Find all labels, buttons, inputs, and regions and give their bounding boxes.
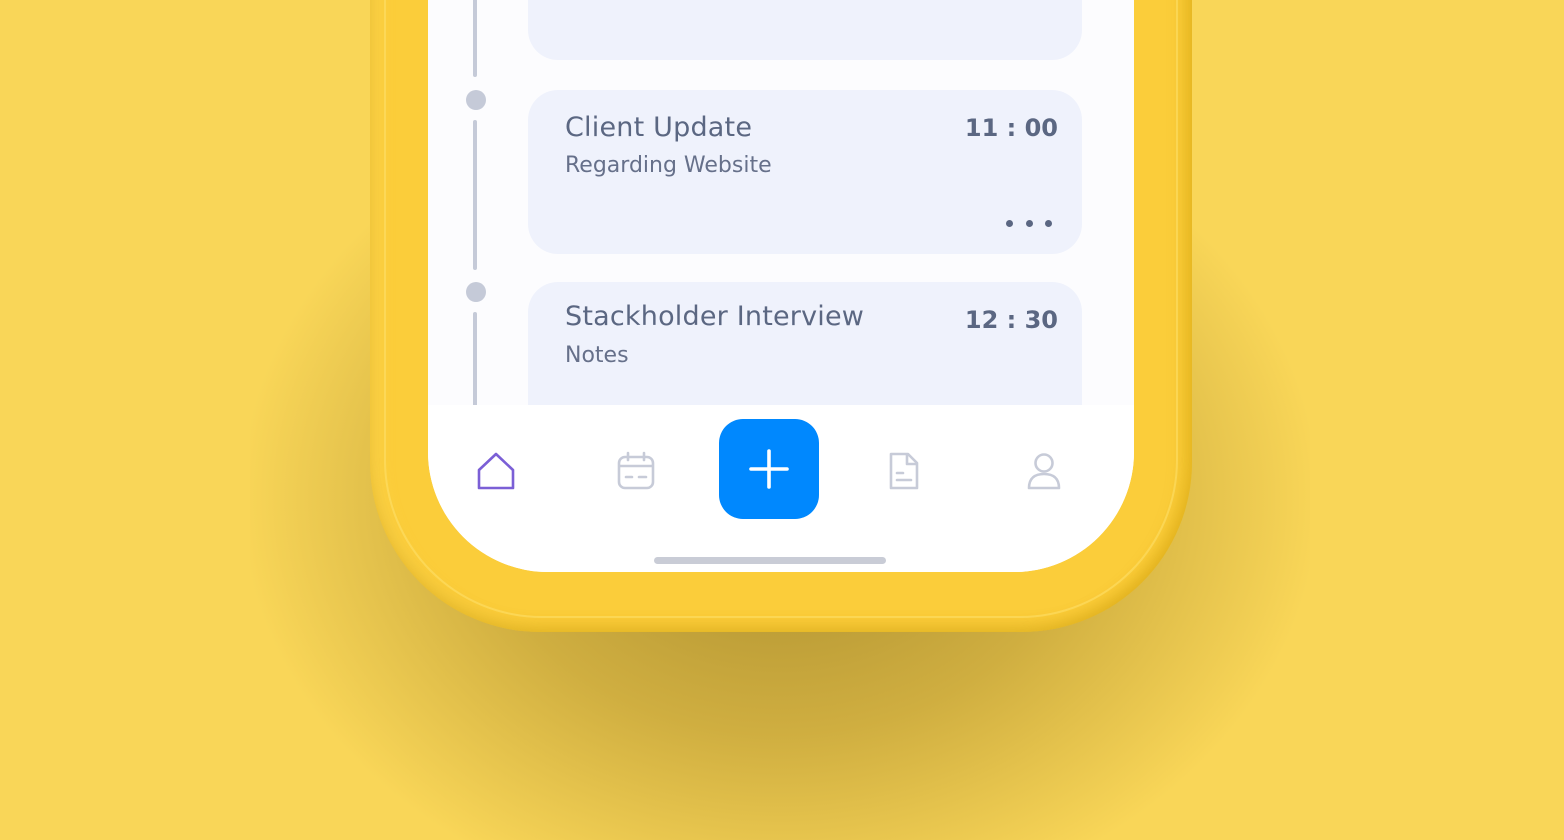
timeline-line bbox=[473, 0, 477, 77]
timeline-dot bbox=[466, 90, 486, 110]
add-button[interactable] bbox=[719, 419, 819, 519]
user-icon bbox=[1027, 453, 1061, 490]
document-icon bbox=[889, 452, 919, 490]
phone-frame: Client Update Regarding Website 11 : 00 … bbox=[370, 0, 1192, 632]
tab-calendar[interactable] bbox=[610, 445, 662, 497]
card-time: 12 : 30 bbox=[964, 306, 1058, 334]
card-title: Stackholder Interview bbox=[565, 301, 865, 332]
schedule-card[interactable] bbox=[528, 0, 1082, 60]
more-options-button[interactable] bbox=[1006, 219, 1052, 227]
timeline-line bbox=[473, 312, 477, 412]
tab-profile[interactable] bbox=[1018, 445, 1070, 497]
timeline-line bbox=[473, 120, 477, 270]
more-dot bbox=[1006, 219, 1013, 227]
app-screen: Client Update Regarding Website 11 : 00 … bbox=[428, 0, 1134, 572]
more-dot bbox=[1045, 219, 1052, 227]
home-icon bbox=[477, 452, 515, 490]
bottom-tab-bar bbox=[428, 405, 1134, 572]
tab-documents[interactable] bbox=[878, 445, 930, 497]
card-time: 11 : 00 bbox=[964, 114, 1058, 142]
tab-home[interactable] bbox=[470, 445, 522, 497]
card-subtitle: Regarding Website bbox=[565, 153, 772, 178]
calendar-icon bbox=[617, 451, 655, 490]
more-dot bbox=[1025, 219, 1033, 227]
schedule-card-client-update[interactable]: Client Update Regarding Website 11 : 00 bbox=[528, 90, 1082, 254]
timeline-dot bbox=[466, 282, 486, 302]
card-title: Client Update bbox=[565, 112, 753, 143]
home-indicator[interactable] bbox=[654, 557, 886, 564]
plus-icon bbox=[749, 449, 789, 489]
card-subtitle: Notes bbox=[565, 343, 629, 368]
